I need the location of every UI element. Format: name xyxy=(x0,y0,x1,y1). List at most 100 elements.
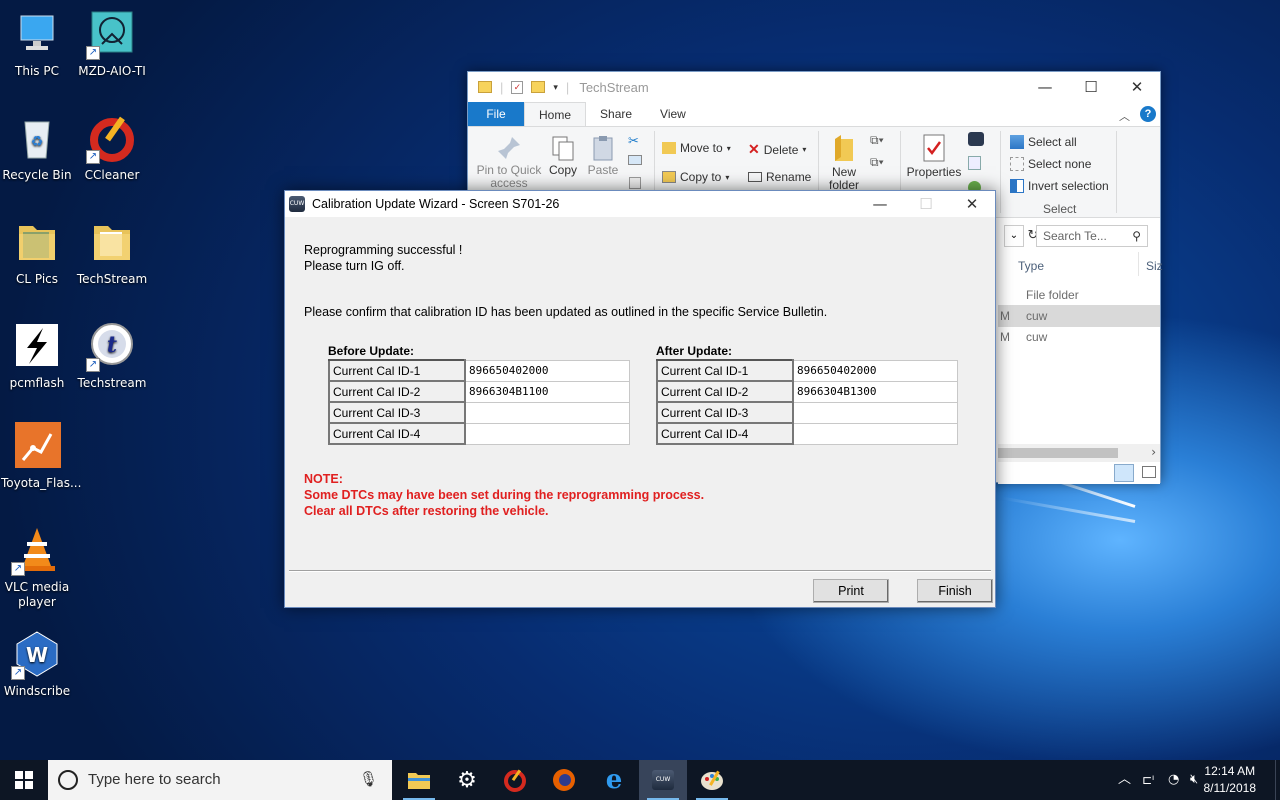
horizontal-scrollbar[interactable]: › xyxy=(998,444,1160,462)
copy-label: Copy xyxy=(548,163,577,177)
file-row[interactable]: File folder xyxy=(998,284,1160,306)
finish-button[interactable]: Finish xyxy=(917,579,993,603)
column-header-size[interactable]: Siz xyxy=(1146,259,1163,273)
taskbar-firefox[interactable] xyxy=(540,760,588,800)
print-button[interactable]: Print xyxy=(813,579,889,603)
cut-icon[interactable]: ✂ xyxy=(628,133,639,149)
desktop-icon-label: MZD-AIO-TI xyxy=(78,64,146,78)
minimize-button[interactable]: — xyxy=(857,191,903,217)
pin-quick-access-button[interactable]: Pin to Quick access xyxy=(474,135,544,190)
desktop-icon-cl-pics[interactable]: CL Pics xyxy=(1,218,73,287)
pin-label: Pin to Quick access xyxy=(476,163,542,190)
taskbar-file-explorer[interactable] xyxy=(395,760,443,800)
tab-home[interactable]: Home xyxy=(524,102,587,126)
new-folder-button[interactable]: New folder xyxy=(824,133,864,192)
edit-icon[interactable] xyxy=(968,156,981,170)
taskbar-paint[interactable] xyxy=(688,760,736,800)
copy-path-icon[interactable] xyxy=(628,155,642,165)
desktop-icon-windscribe[interactable]: W ↗ Windscribe xyxy=(1,630,73,699)
search-icon xyxy=(58,770,78,790)
collapse-ribbon-icon[interactable]: ︿ xyxy=(1119,108,1130,124)
copy-button[interactable]: Copy xyxy=(546,135,580,177)
move-to-button[interactable]: Move to ▾ xyxy=(662,141,731,155)
recycle-bin-icon: ♻ xyxy=(13,114,61,162)
help-icon[interactable]: ? xyxy=(1140,106,1156,122)
scroll-right-icon[interactable]: › xyxy=(1151,445,1156,459)
taskbar-cuw[interactable]: CUW xyxy=(639,760,687,800)
before-update-label: Before Update: xyxy=(328,344,415,358)
show-desktop-button[interactable] xyxy=(1275,760,1280,800)
cal-id-key: Current Cal ID-1 xyxy=(328,359,466,382)
vlc-cone-icon: ↗ xyxy=(11,526,61,576)
scrollbar-thumb[interactable] xyxy=(998,448,1118,458)
properties-check-icon[interactable]: ✓ xyxy=(511,80,524,94)
rename-button[interactable]: Rename xyxy=(748,170,811,184)
open-app-icon[interactable] xyxy=(968,132,984,146)
desktop-icon-techstream-app[interactable]: t ↗ Techstream xyxy=(76,322,148,391)
properties-button[interactable]: Properties xyxy=(906,133,962,179)
shortcut-arrow-icon: ↗ xyxy=(86,358,100,372)
folder-icon[interactable] xyxy=(478,81,492,93)
desktop-icon-vlc[interactable]: ↗ VLC media player xyxy=(1,526,73,610)
copy-icon xyxy=(550,135,576,161)
tab-file[interactable]: File xyxy=(468,102,524,126)
desktop-icon-ccleaner[interactable]: ↗ CCleaner xyxy=(76,114,148,183)
show-hidden-icons-chevron-icon[interactable]: ︿ xyxy=(1118,760,1131,800)
desktop-icon-toyota-flash[interactable]: Toyota_Flas... xyxy=(1,422,81,491)
large-icons-view-icon[interactable] xyxy=(1142,466,1156,478)
desktop-icon-mzd[interactable]: ↗ MZD-AIO-TI xyxy=(76,10,148,79)
column-header-type[interactable]: Type xyxy=(1018,259,1044,273)
taskbar-ccleaner[interactable] xyxy=(491,760,539,800)
customize-dropdown-icon[interactable]: ▾ xyxy=(553,82,558,93)
easy-access-icon[interactable]: ⧉▾ xyxy=(870,155,884,170)
taskbar-search-input[interactable]: Type here to search 🎙 xyxy=(48,760,392,800)
address-dropdown-icon[interactable]: ⌄ xyxy=(1004,225,1024,247)
system-clock[interactable]: 12:14 AM 8/11/2018 xyxy=(1204,763,1257,797)
shortcut-arrow-icon: ↗ xyxy=(86,46,100,60)
paste-button[interactable]: Paste xyxy=(586,135,620,177)
details-view-icon[interactable] xyxy=(1114,464,1134,482)
wizard-title: Calibration Update Wizard - Screen S701-… xyxy=(312,197,560,211)
volume-muted-icon[interactable]: 🔇︎ xyxy=(1190,760,1198,800)
start-button[interactable] xyxy=(0,760,48,800)
tab-share[interactable]: Share xyxy=(586,102,646,126)
invert-selection-button[interactable]: Invert selection xyxy=(1010,179,1109,193)
close-button[interactable]: ✕ xyxy=(1114,72,1160,102)
close-button[interactable]: ✕ xyxy=(949,191,995,217)
paste-icon xyxy=(590,135,616,161)
microphone-icon[interactable]: 🎙 xyxy=(359,760,378,800)
new-item-icon[interactable]: ⧉▾ xyxy=(870,133,884,148)
cuw-app-icon: CUW xyxy=(289,196,305,212)
wifi-icon[interactable]: ◔ xyxy=(1168,760,1179,800)
taskbar-settings[interactable]: ⚙ xyxy=(443,760,491,800)
delete-button[interactable]: ✕ Delete ▾ xyxy=(748,141,806,158)
chevron-down-icon: ▾ xyxy=(725,172,730,182)
calibration-wizard-dialog[interactable]: CUW Calibration Update Wizard - Screen S… xyxy=(284,190,996,608)
desktop-icon-pcmflash[interactable]: pcmflash xyxy=(1,322,73,391)
windscribe-icon: W ↗ xyxy=(11,630,61,680)
new-folder-icon[interactable] xyxy=(531,81,546,93)
cal-id-key: Current Cal ID-1 xyxy=(656,359,794,382)
file-row[interactable]: M cuw xyxy=(998,326,1160,348)
desktop-icon-this-pc[interactable]: This PC xyxy=(1,10,73,79)
copy-to-button[interactable]: Copy to ▾ xyxy=(662,170,729,184)
taskbar-edge[interactable]: e xyxy=(590,760,638,800)
copy-to-label: Copy to xyxy=(680,170,722,184)
desktop-icon-techstream-folder[interactable]: TechStream xyxy=(76,218,148,287)
desktop-icon-label: pcmflash xyxy=(9,376,65,390)
folder-icon xyxy=(13,218,61,266)
paste-shortcut-icon[interactable] xyxy=(629,177,641,189)
minimize-button[interactable]: — xyxy=(1022,72,1068,102)
select-all-button[interactable]: Select all xyxy=(1010,135,1077,149)
search-input[interactable]: Search Te... ⚲ xyxy=(1036,225,1148,247)
tab-view[interactable]: View xyxy=(646,102,700,126)
desktop-icon-label: VLC media player xyxy=(4,580,70,609)
network-plug-icon[interactable]: ⊏ᴵ xyxy=(1142,760,1154,800)
select-none-button[interactable]: Select none xyxy=(1010,157,1091,171)
maximize-button[interactable]: ☐ xyxy=(1068,72,1114,102)
footer-divider xyxy=(289,570,991,572)
date-fragment: M xyxy=(1000,309,1010,323)
file-row-selected[interactable]: M cuw xyxy=(998,305,1160,327)
desktop-icon-recycle-bin[interactable]: ♻ Recycle Bin xyxy=(1,114,73,183)
dtc-note: NOTE: Some DTCs may have been set during… xyxy=(304,471,704,519)
